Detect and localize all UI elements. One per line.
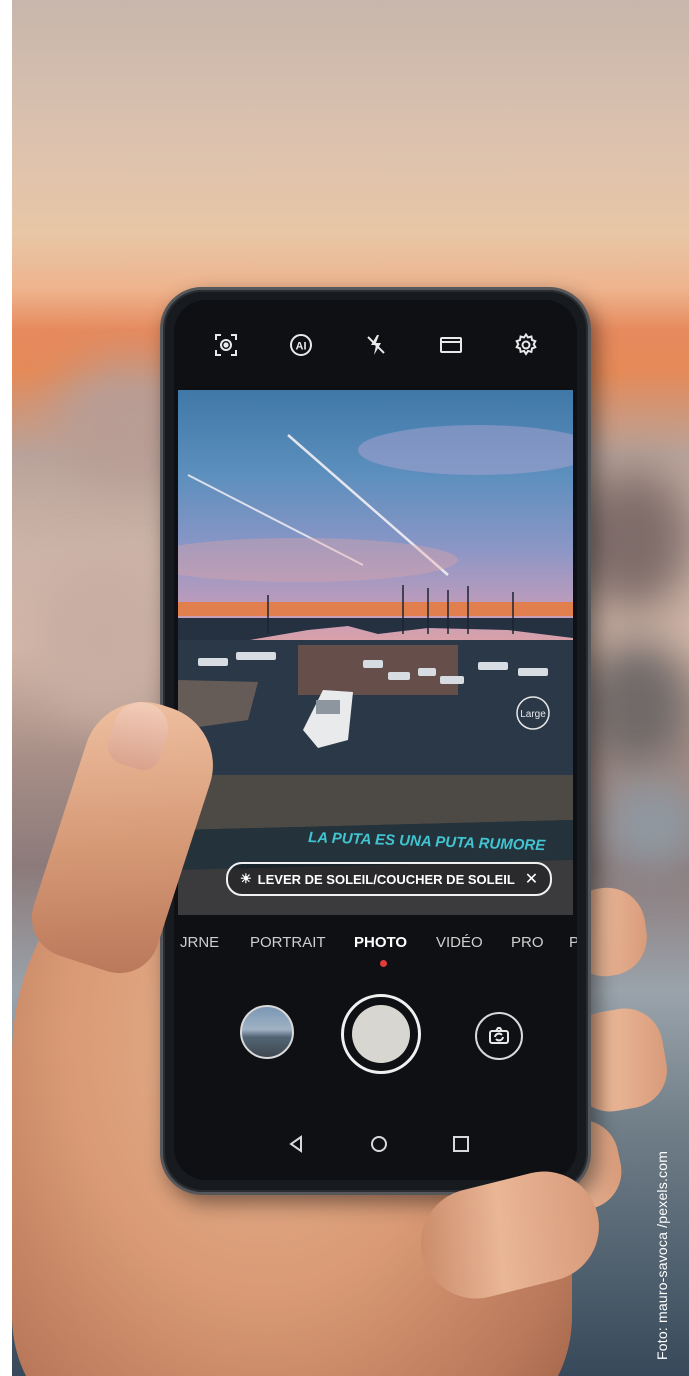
svg-text:AI: AI (295, 341, 306, 353)
active-mode-indicator (380, 960, 387, 967)
mode-pro[interactable]: PRO (511, 934, 544, 951)
mode-more[interactable]: P (569, 934, 577, 951)
photo-credit: Foto: mauro-savoca /pexels.com (654, 1150, 670, 1360)
back-icon[interactable] (284, 1132, 308, 1156)
mode-photo[interactable]: PHOTO (354, 934, 407, 951)
gear-icon[interactable] (512, 331, 540, 359)
scene-detection-badge[interactable]: ☀ LEVER DE SOLEIL/COUCHER DE SOLEIL ✕ (226, 862, 553, 896)
system-navigation-bar (174, 1132, 577, 1166)
camera-mode-selector: JRNE PORTRAIT PHOTO VIDÉO PRO P (174, 928, 577, 958)
zoom-badge: Large (520, 709, 546, 720)
mode-video[interactable]: VIDÉO (436, 934, 483, 951)
camera-app-screen: AI LA PUTA ES UNA PUTA RUMORE Large ☀ LE… (174, 300, 577, 1180)
ai-icon[interactable]: AI (287, 331, 315, 359)
focus-icon[interactable] (212, 331, 240, 359)
gallery-thumbnail[interactable] (240, 1005, 294, 1059)
aspect-ratio-icon[interactable] (437, 331, 465, 359)
photo-page: AI LA PUTA ES UNA PUTA RUMORE Large ☀ LE… (0, 0, 689, 1376)
flash-off-icon[interactable] (362, 331, 390, 359)
camera-viewfinder[interactable]: LA PUTA ES UNA PUTA RUMORE Large (178, 390, 573, 915)
scene-badge-label: LEVER DE SOLEIL/COUCHER DE SOLEIL (257, 871, 515, 887)
mode-night[interactable]: JRNE (180, 934, 219, 951)
switch-camera-icon[interactable] (475, 1012, 523, 1060)
mode-portrait[interactable]: PORTRAIT (250, 934, 326, 951)
sunset-icon: ☀ (240, 871, 252, 886)
smartphone: AI LA PUTA ES UNA PUTA RUMORE Large ☀ LE… (160, 287, 591, 1195)
close-icon[interactable]: ✕ (525, 869, 538, 889)
recents-icon[interactable] (449, 1132, 473, 1156)
home-icon[interactable] (367, 1132, 391, 1156)
camera-top-toolbar: AI (174, 300, 577, 390)
shutter-button[interactable] (352, 1005, 410, 1063)
